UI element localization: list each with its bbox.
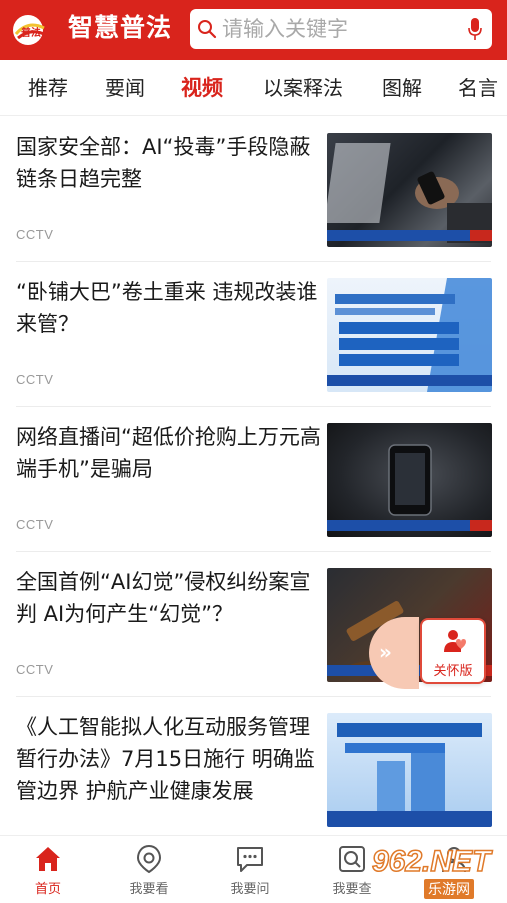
tab-video[interactable]: 视频 xyxy=(181,74,223,102)
news-title[interactable]: 网络直播间“超低价抢购上万元高端手机”是骗局 xyxy=(16,421,322,485)
news-source: CCTV xyxy=(16,662,54,677)
nav-label: 我要问 xyxy=(230,882,270,897)
tab-headlines[interactable]: 要闻 xyxy=(105,74,145,102)
news-source: CCTV xyxy=(16,517,54,532)
search-icon xyxy=(198,20,217,39)
nav-label: 我要看 xyxy=(129,882,169,897)
tab-case-law[interactable]: 以案释法 xyxy=(263,74,343,102)
nav-home[interactable]: 首页 xyxy=(8,844,88,897)
watermark-number: 962.NET xyxy=(371,844,491,879)
care-mode-button[interactable]: 关怀版 xyxy=(420,618,486,684)
elder-care-icon xyxy=(444,630,466,652)
chat-icon xyxy=(237,847,263,872)
nav-label: 首页 xyxy=(34,882,61,897)
nav-ask[interactable]: 我要问 xyxy=(210,844,290,897)
news-item[interactable]: 《人工智能拟人化互动服务管理暂行办法》7月15日施行 明确监管边界 护航产业健康… xyxy=(0,697,507,842)
search-bar[interactable] xyxy=(190,9,492,49)
logo-text: 普法 xyxy=(21,26,41,39)
news-title[interactable]: 国家安全部：AI“投毒”手段隐蔽 链条日趋完整 xyxy=(16,131,322,195)
news-thumbnail[interactable] xyxy=(327,713,492,827)
news-title[interactable]: 全国首例“AI幻觉”侵权纠纷案宣判 AI为何产生“幻觉”？ xyxy=(16,566,322,630)
news-item[interactable]: 国家安全部：AI“投毒”手段隐蔽 链条日趋完整 CCTV xyxy=(0,117,507,262)
news-title[interactable]: “卧铺大巴”卷土重来 违规改装谁来管？ xyxy=(16,276,322,340)
category-tabs: 推荐 要闻 视频 以案释法 图解 名言 xyxy=(0,60,507,116)
news-item[interactable]: 网络直播间“超低价抢购上万元高端手机”是骗局 CCTV xyxy=(0,407,507,552)
app-title: 智慧普法 xyxy=(68,13,173,42)
news-thumbnail[interactable] xyxy=(327,278,492,392)
eye-icon xyxy=(136,844,162,874)
microphone-icon[interactable] xyxy=(468,17,482,41)
nav-watch[interactable]: 我要看 xyxy=(109,844,189,897)
news-source: CCTV xyxy=(16,372,54,387)
chevron-right-icon: » xyxy=(379,640,392,664)
news-item[interactable]: “卧铺大巴”卷土重来 违规改装谁来管？ CCTV xyxy=(0,262,507,407)
news-title[interactable]: 《人工智能拟人化互动服务管理暂行办法》7月15日施行 明确监管边界 护航产业健康… xyxy=(16,711,322,807)
search-doc-icon xyxy=(339,846,365,872)
tab-infographics[interactable]: 图解 xyxy=(382,74,422,102)
care-mode-label: 关怀版 xyxy=(433,664,473,679)
watermark: 962.NET 乐游网 xyxy=(371,844,504,901)
news-source: CCTV xyxy=(16,227,54,242)
home-icon xyxy=(36,847,60,871)
news-thumbnail[interactable] xyxy=(327,133,492,247)
watermark-sub: 乐游网 xyxy=(424,879,474,899)
app-logo-icon: 普法 xyxy=(13,15,45,45)
tab-quotes[interactable]: 名言 xyxy=(458,74,498,102)
tab-recommend[interactable]: 推荐 xyxy=(28,74,68,102)
news-thumbnail[interactable] xyxy=(327,423,492,537)
top-header: 普法 智慧普法 xyxy=(0,0,507,60)
search-input[interactable] xyxy=(222,13,452,45)
